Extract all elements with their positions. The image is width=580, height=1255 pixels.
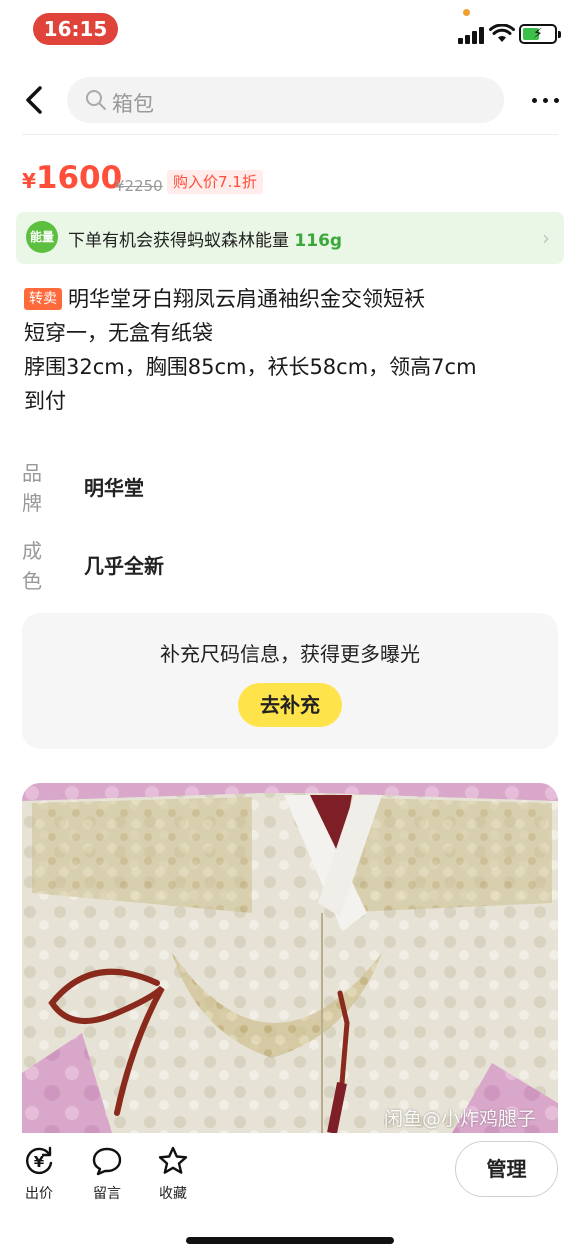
listing-title-line: 转卖 明华堂牙白翔凤云肩通袖织金交领短袄 <box>24 282 560 316</box>
status-time: 16:15 <box>33 13 118 45</box>
attribute-brand: 品牌 明华堂 <box>22 458 542 520</box>
price-value: 1600 <box>35 160 123 196</box>
message-button[interactable]: 留言 <box>82 1145 132 1203</box>
price-row: ¥1600 ¥2250 购入价7.1折 <box>22 160 562 200</box>
favorite-label: 收藏 <box>159 1186 187 1202</box>
manage-button[interactable]: 管理 <box>455 1141 558 1197</box>
photo-watermark: 闲鱼@小炸鸡腿子 <box>383 1108 536 1130</box>
listing-title: 明华堂牙白翔凤云肩通袖织金交领短袄 <box>68 287 425 311</box>
battery-icon: ⚡ <box>519 24 561 44</box>
energy-badge-icon: 能量 <box>26 221 58 253</box>
add-size-info-button[interactable]: 去补充 <box>238 683 342 727</box>
message-label: 留言 <box>93 1186 121 1202</box>
star-icon <box>158 1146 188 1174</box>
bottom-action-bar: ¥ 出价 留言 收藏 管理 <box>0 1133 580 1255</box>
description-line: 短穿一，无盒有纸袋 <box>24 321 213 345</box>
search-icon <box>86 90 106 110</box>
more-options-button[interactable] <box>530 85 562 115</box>
original-price: ¥2250 <box>115 177 163 195</box>
nav-bar: 箱包 <box>0 70 580 132</box>
ant-forest-energy-banner[interactable]: 能量 下单有机会获得蚂蚁森林能量 116g › <box>16 212 564 264</box>
bid-label: 出价 <box>25 1186 53 1202</box>
attribute-value: 明华堂 <box>84 476 144 500</box>
attribute-key: 品牌 <box>22 461 42 515</box>
home-indicator[interactable] <box>186 1237 394 1244</box>
chevron-right-icon: › <box>542 226 550 250</box>
attribute-condition: 成色 几乎全新 <box>22 536 542 598</box>
status-bar: 16:15 ⚡ <box>0 0 580 60</box>
cellular-signal-icon <box>458 26 484 44</box>
favorite-button[interactable]: 收藏 <box>148 1145 198 1203</box>
resell-tag: 转卖 <box>24 288 62 310</box>
attribute-key: 成色 <box>22 539 42 593</box>
jacket-image <box>22 783 558 1133</box>
listing-description: 转卖 明华堂牙白翔凤云肩通袖织金交领短袄 短穿一，无盒有纸袋 脖围32cm，胸围8… <box>24 282 560 418</box>
wifi-icon <box>489 24 515 42</box>
privacy-indicator-dot <box>463 9 470 16</box>
energy-text: 下单有机会获得蚂蚁森林能量 116g <box>68 226 342 251</box>
search-input[interactable]: 箱包 <box>67 77 504 123</box>
nav-divider <box>22 134 558 135</box>
chat-bubble-icon <box>92 1147 122 1176</box>
currency-symbol: ¥ <box>22 169 36 193</box>
product-photo[interactable]: 闲鱼@小炸鸡腿子 <box>22 783 558 1133</box>
back-button[interactable] <box>20 82 50 118</box>
energy-description: 下单有机会获得蚂蚁森林能量 <box>68 231 295 251</box>
description-line: 脖围32cm，胸围85cm，袄长58cm，领高7cm <box>24 355 477 379</box>
search-placeholder: 箱包 <box>112 92 154 116</box>
attribute-value: 几乎全新 <box>84 554 164 578</box>
current-price: ¥1600 <box>22 160 122 196</box>
svg-text:¥: ¥ <box>34 1153 45 1171</box>
size-info-prompt: 补充尺码信息，获得更多曝光 <box>160 642 420 666</box>
energy-value: 116g <box>294 231 343 251</box>
size-info-card: 补充尺码信息，获得更多曝光 去补充 <box>22 613 558 749</box>
yen-exchange-icon: ¥ <box>26 1146 53 1175</box>
bid-button[interactable]: ¥ 出价 <box>14 1145 64 1203</box>
purchase-discount-tag: 购入价7.1折 <box>167 170 263 194</box>
description-line: 到付 <box>24 389 66 413</box>
